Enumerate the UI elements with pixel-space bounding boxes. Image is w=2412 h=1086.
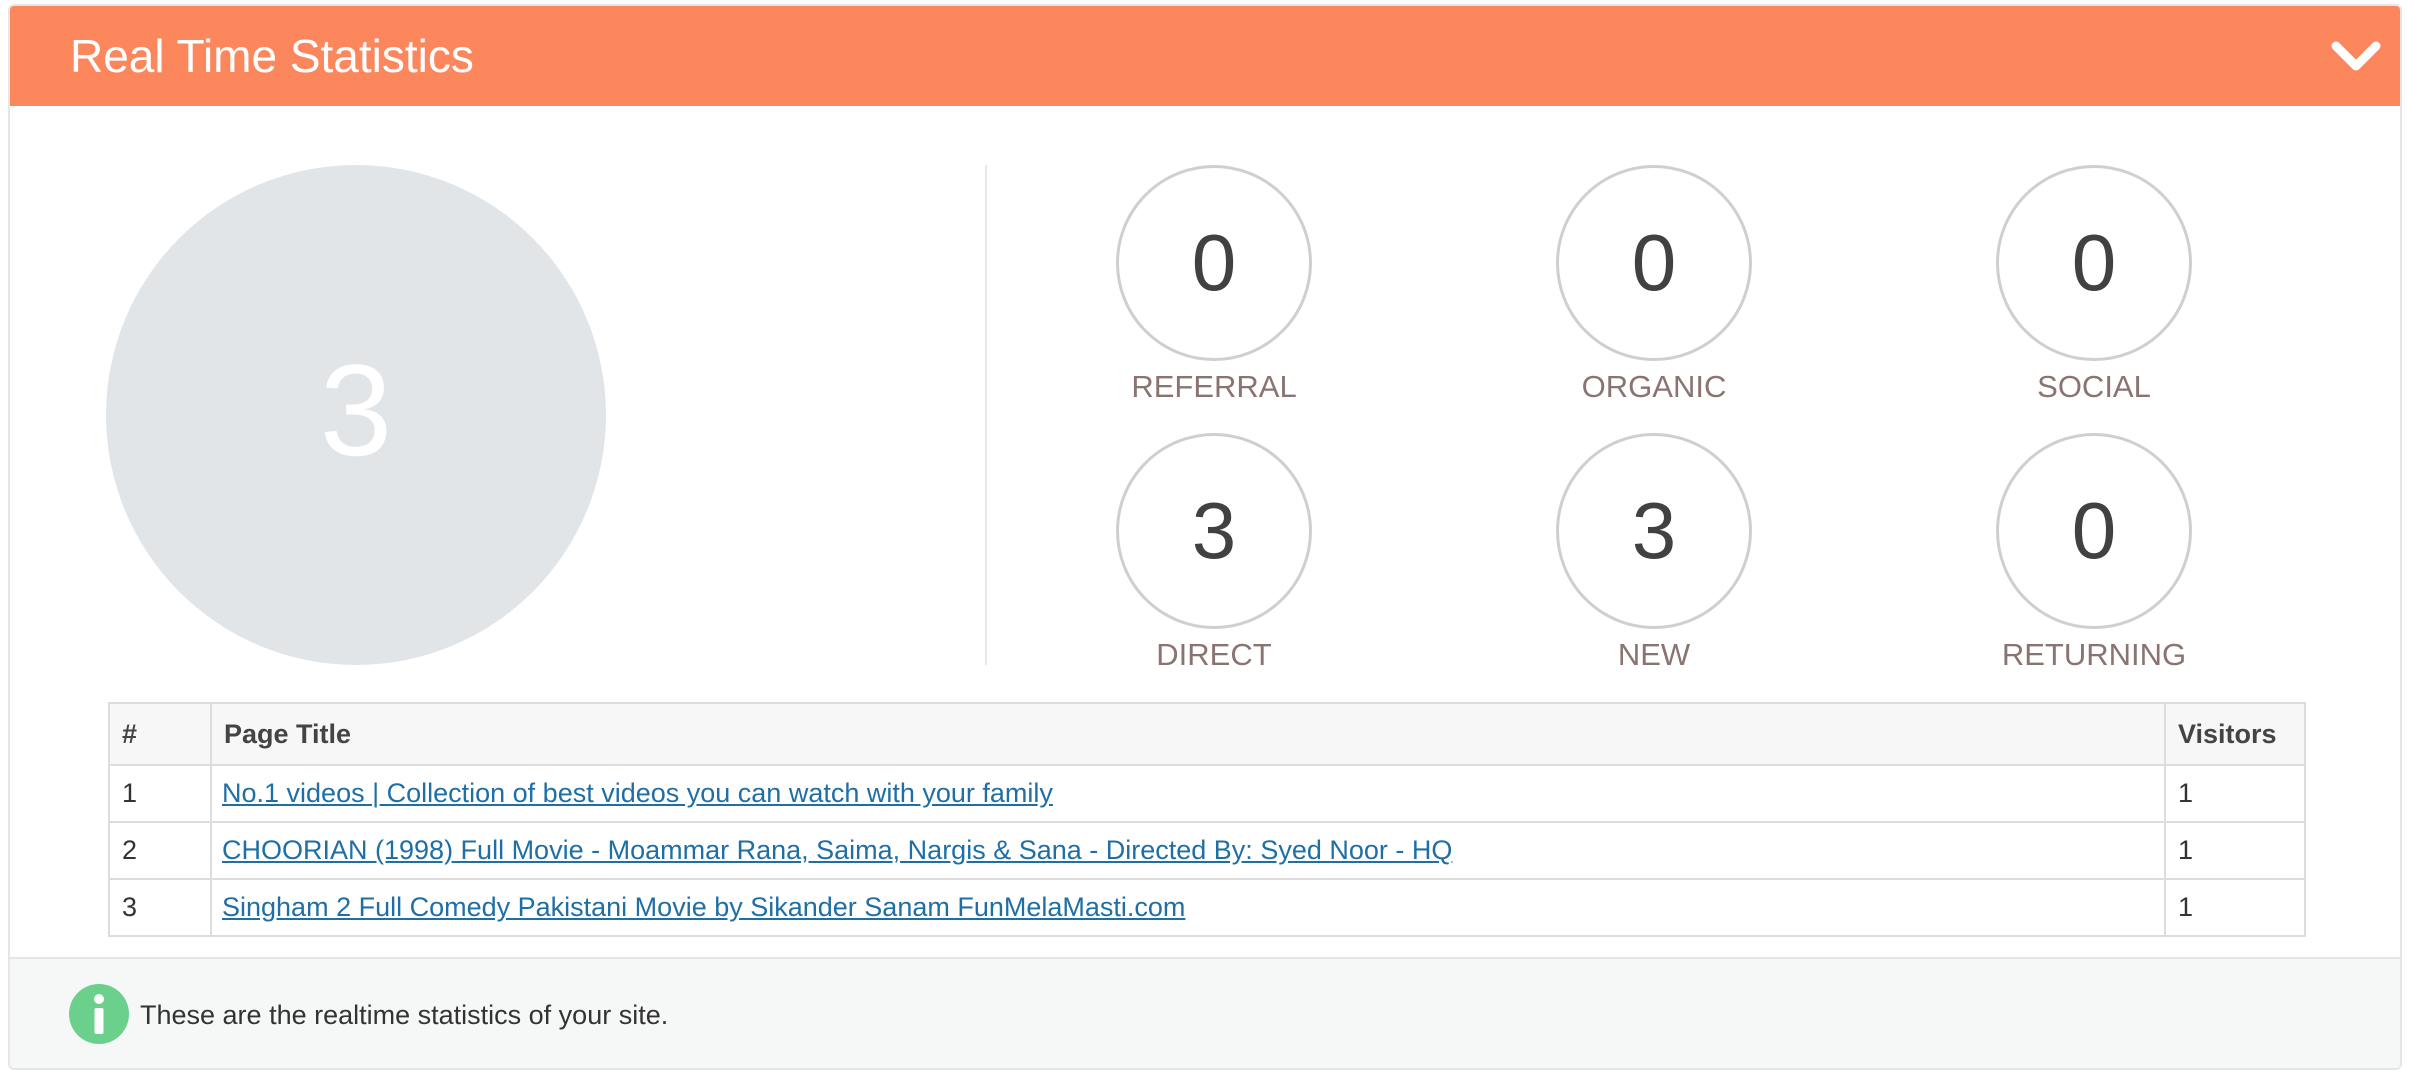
table-row: 2 CHOORIAN (1998) Full Movie - Moammar R…: [108, 821, 2306, 880]
stat-label: NEW: [1617, 637, 1691, 672]
row-visitors: 1: [2164, 764, 2306, 823]
stat-label: SOCIAL: [2037, 369, 2151, 404]
chevron-down-icon: [2331, 41, 2381, 71]
stat-referral: 0 REFERRAL: [1084, 165, 1344, 407]
vertical-divider: [985, 165, 987, 665]
stat-new: 3 NEW: [1524, 433, 1784, 675]
stat-circle: 0: [1556, 165, 1752, 361]
total-visitors-circle: 3: [106, 165, 606, 665]
stat-circle: 0: [1996, 165, 2192, 361]
stat-value: 0: [1191, 218, 1237, 307]
table-row: 3 Singham 2 Full Comedy Pakistani Movie …: [108, 878, 2306, 937]
column-header-number: #: [108, 702, 212, 766]
stat-label: DIRECT: [1156, 637, 1272, 672]
row-title-cell: No.1 videos | Collection of best videos …: [210, 764, 2166, 823]
stat-value: 0: [1631, 218, 1677, 307]
footer-info-text: These are the realtime statistics of you…: [140, 1000, 669, 1030]
stat-returning: 0 RETURNING: [1964, 433, 2224, 675]
stat-social: 0 SOCIAL: [1964, 165, 2224, 407]
stat-circle: 0: [1996, 433, 2192, 629]
row-title-cell: CHOORIAN (1998) Full Movie - Moammar Ran…: [210, 821, 2166, 880]
panel-footer: These are the realtime statistics of you…: [10, 957, 2400, 1068]
info-icon: [69, 984, 129, 1044]
row-title-cell: Singham 2 Full Comedy Pakistani Movie by…: [210, 878, 2166, 937]
stat-circle: 0: [1116, 165, 1312, 361]
stat-label: RETURNING: [2001, 637, 2187, 672]
page-title-link[interactable]: No.1 videos | Collection of best videos …: [222, 778, 1053, 808]
row-number: 1: [108, 764, 212, 823]
pages-table: # Page Title Visitors 1 No.1 videos | Co…: [108, 702, 2306, 937]
stat-circle: 3: [1116, 433, 1312, 629]
panel-title: Real Time Statistics: [70, 30, 474, 82]
panel-header: Real Time Statistics: [10, 6, 2400, 106]
pages-table-container: # Page Title Visitors 1 No.1 videos | Co…: [108, 702, 2306, 937]
row-visitors: 1: [2164, 878, 2306, 937]
row-visitors: 1: [2164, 821, 2306, 880]
stat-value: 3: [1631, 486, 1677, 575]
row-number: 3: [108, 878, 212, 937]
page-title-link[interactable]: CHOORIAN (1998) Full Movie - Moammar Ran…: [222, 835, 1452, 865]
column-header-page-title: Page Title: [210, 702, 2166, 766]
realtime-stats-panel: Real Time Statistics 3 0 REFERRAL 0 ORGA…: [8, 4, 2402, 1070]
stat-label: REFERRAL: [1131, 369, 1297, 404]
collapse-toggle-button[interactable]: [2326, 32, 2386, 80]
stat-direct: 3 DIRECT: [1084, 433, 1344, 675]
stat-organic: 0 ORGANIC: [1524, 165, 1784, 407]
stat-value: 0: [2071, 218, 2117, 307]
table-row: 1 No.1 videos | Collection of best video…: [108, 764, 2306, 823]
column-header-visitors: Visitors: [2164, 702, 2306, 766]
table-header-row: # Page Title Visitors: [108, 702, 2306, 766]
stat-value: 0: [2071, 486, 2117, 575]
page-title-link[interactable]: Singham 2 Full Comedy Pakistani Movie by…: [222, 892, 1185, 922]
stat-circle: 3: [1556, 433, 1752, 629]
stat-value: 3: [1191, 486, 1237, 575]
stat-label: ORGANIC: [1581, 369, 1727, 404]
total-visitors-value: 3: [319, 337, 393, 483]
row-number: 2: [108, 821, 212, 880]
